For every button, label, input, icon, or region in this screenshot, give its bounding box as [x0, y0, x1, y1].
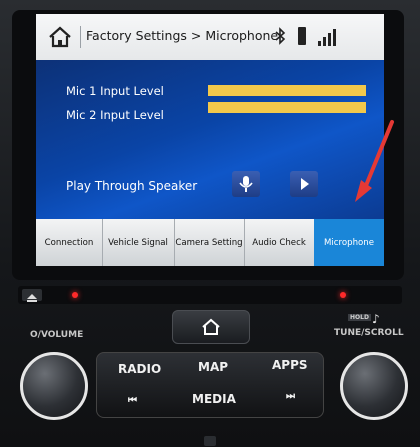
map-button[interactable]: MAP [198, 360, 228, 374]
next-track-button[interactable]: ⏭ [286, 391, 295, 402]
previous-track-button[interactable]: ⏮ [128, 395, 137, 406]
volume-knob[interactable] [20, 352, 88, 420]
hold-label: HOLD [348, 314, 371, 321]
apps-button[interactable]: APPS [272, 358, 308, 372]
home-icon [202, 318, 220, 335]
radio-button[interactable]: RADIO [118, 362, 161, 376]
eject-icon [27, 294, 37, 302]
tune-scroll-knob[interactable] [340, 352, 408, 420]
media-button[interactable]: MEDIA [192, 392, 236, 406]
hardware-home-button[interactable] [172, 310, 250, 344]
brand-logo [204, 436, 216, 446]
status-led-left [72, 292, 78, 298]
status-led-right [340, 292, 346, 298]
tune-scroll-label: TUNE/SCROLL [334, 328, 404, 338]
eject-button[interactable] [22, 289, 42, 302]
music-note-icon: ♪ [372, 312, 380, 326]
volume-label: O/VOLUME [30, 330, 84, 340]
